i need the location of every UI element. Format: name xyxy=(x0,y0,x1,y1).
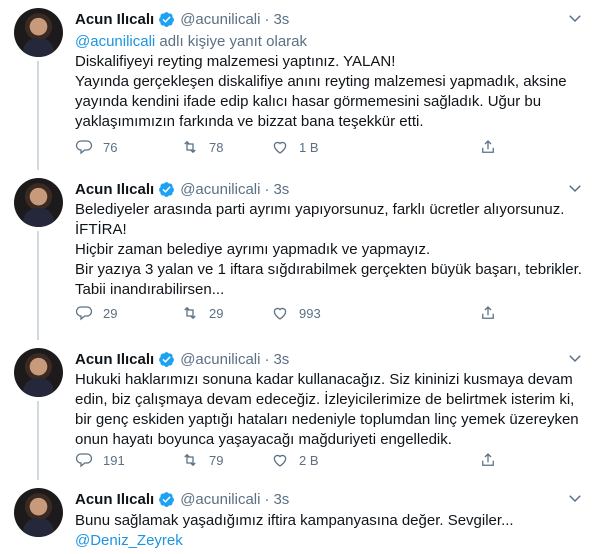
separator-dot: · xyxy=(264,180,270,198)
avatar[interactable] xyxy=(14,178,63,227)
author-name[interactable]: Acun Ilıcalı xyxy=(75,351,154,368)
tweet-text-line: Hiçbir zaman belediye ayrımı yapmadık ve… xyxy=(75,241,431,258)
share-button[interactable] xyxy=(479,137,497,157)
mention-link[interactable]: @Deniz_Zeyrek xyxy=(75,532,183,549)
avatar[interactable] xyxy=(14,488,63,537)
tweet-time[interactable]: 3s xyxy=(273,11,289,28)
heart-icon xyxy=(273,307,287,320)
tweet-actions: 191 79 2 B xyxy=(75,450,505,470)
like-button[interactable]: 1 B xyxy=(271,137,319,157)
tweet-1[interactable]: Acun Ilıcalı @acunilicali · 3s @acunilic… xyxy=(0,0,598,170)
reply-to-link[interactable]: @acunilicali xyxy=(75,33,155,50)
retweet-button[interactable]: 79 xyxy=(181,450,223,470)
verified-badge-icon xyxy=(159,491,175,507)
tweet-2[interactable]: Acun Ilıcalı @acunilicali · 3s Belediyel… xyxy=(0,170,598,340)
retweet-count: 78 xyxy=(209,139,224,155)
tweet-text: Belediyeler arasında parti ayrımı yapıyo… xyxy=(75,200,585,300)
more-options-icon[interactable] xyxy=(564,9,586,27)
tweet-text-line: Diskalifiyeyi reyting malzemesi yaptınız… xyxy=(75,53,396,70)
share-icon xyxy=(482,140,494,153)
author-name[interactable]: Acun Ilıcalı xyxy=(75,11,154,28)
like-count: 2 B xyxy=(299,452,319,468)
tweet-text-line: Bir yazıya 3 yalan ve 1 iftara sığdırabi… xyxy=(75,261,582,278)
tweet-thread: Acun Ilıcalı @acunilicali · 3s @acunilic… xyxy=(0,0,598,554)
tweet-actions: 29 29 993 xyxy=(75,303,505,323)
tweet-header: Acun Ilıcalı @acunilicali · 3s xyxy=(75,179,289,199)
avatar[interactable] xyxy=(14,348,63,397)
tweet-time[interactable]: 3s xyxy=(273,181,289,198)
like-button[interactable]: 2 B xyxy=(271,450,319,470)
reply-icon xyxy=(75,306,93,321)
tweet-header: Acun Ilıcalı @acunilicali · 3s xyxy=(75,9,289,29)
share-icon xyxy=(482,306,494,319)
tweet-text-line: yaklaşımımızın farkında ve bizzat bana t… xyxy=(75,113,424,130)
separator-dot: · xyxy=(264,10,270,28)
retweet-count: 29 xyxy=(209,305,224,321)
more-options-icon[interactable] xyxy=(564,179,586,197)
retweet-icon xyxy=(184,453,196,467)
tweet-text-line: onun hayatı boyunca yaşayacağı mağduriye… xyxy=(75,431,452,448)
share-icon xyxy=(482,453,494,466)
verified-badge-icon xyxy=(159,351,175,367)
tweet-text-line: Hukuki haklarımızı sonuna kadar kullanac… xyxy=(75,371,573,388)
separator-dot: · xyxy=(264,350,270,368)
reply-icon xyxy=(75,453,93,468)
separator-dot: · xyxy=(264,490,270,508)
tweet-text-line: Belediyeler arasında parti ayrımı yapıyo… xyxy=(75,201,565,218)
share-button[interactable] xyxy=(479,303,497,323)
tweet-time[interactable]: 3s xyxy=(273,491,289,508)
tweet-actions: 76 78 1 B xyxy=(75,137,505,157)
tweet-text-line: İFTİRA! xyxy=(75,221,127,238)
heart-icon xyxy=(273,454,287,467)
retweet-button[interactable]: 29 xyxy=(181,303,223,323)
tweet-text-line: Yayında gerçekleşen diskalifiye anını re… xyxy=(75,73,567,90)
heart-icon xyxy=(273,141,287,154)
author-name[interactable]: Acun Ilıcalı xyxy=(75,491,154,508)
reply-button[interactable]: 29 xyxy=(75,303,117,323)
thread-connector xyxy=(37,401,39,480)
reply-button[interactable]: 76 xyxy=(75,137,117,157)
share-button[interactable] xyxy=(479,450,497,470)
reply-icon xyxy=(75,140,93,155)
reply-context: @acunilicali adlı kişiye yanıt olarak xyxy=(75,33,307,50)
like-count: 993 xyxy=(299,305,321,321)
tweet-time[interactable]: 3s xyxy=(273,351,289,368)
reply-button[interactable]: 191 xyxy=(75,450,125,470)
more-options-icon[interactable] xyxy=(564,349,586,367)
tweet-text-line: Bunu sağlamak yaşadığımız iftira kampany… xyxy=(75,512,514,529)
reply-count: 191 xyxy=(103,452,125,468)
retweet-icon xyxy=(184,140,196,154)
like-count: 1 B xyxy=(299,139,319,155)
tweet-text: Bunu sağlamak yaşadığımız iftira kampany… xyxy=(75,511,585,551)
author-handle[interactable]: @acunilicali xyxy=(180,491,260,508)
retweet-button[interactable]: 78 xyxy=(181,137,223,157)
tweet-text-line: yayında kendini ifade edip kalıcı hasar … xyxy=(75,93,542,110)
thread-connector xyxy=(37,231,39,340)
author-name[interactable]: Acun Ilıcalı xyxy=(75,181,154,198)
thread-connector xyxy=(37,61,39,170)
author-handle[interactable]: @acunilicali xyxy=(180,351,260,368)
reply-count: 29 xyxy=(103,305,118,321)
tweet-text: Diskalifiyeyi reyting malzemesi yaptınız… xyxy=(75,52,585,132)
verified-badge-icon xyxy=(159,181,175,197)
tweet-4[interactable]: Acun Ilıcalı @acunilicali · 3s Bunu sağl… xyxy=(0,480,598,554)
tweet-3[interactable]: Acun Ilıcalı @acunilicali · 3s Hukuki ha… xyxy=(0,340,598,480)
tweet-header: Acun Ilıcalı @acunilicali · 3s xyxy=(75,349,289,369)
reply-to-text: adlı kişiye yanıt olarak xyxy=(155,33,308,50)
reply-count: 76 xyxy=(103,139,118,155)
tweet-text-line: Tabii inandırabilirsen... xyxy=(75,281,225,298)
like-button[interactable]: 993 xyxy=(271,303,321,323)
verified-badge-icon xyxy=(159,11,175,27)
retweet-icon xyxy=(184,306,196,320)
avatar[interactable] xyxy=(14,8,63,57)
more-options-icon[interactable] xyxy=(564,489,586,507)
tweet-text-line: bir genç eskiden yaptığı hataları nedeni… xyxy=(75,411,579,428)
author-handle[interactable]: @acunilicali xyxy=(180,181,260,198)
tweet-text: Hukuki haklarımızı sonuna kadar kullanac… xyxy=(75,370,585,450)
author-handle[interactable]: @acunilicali xyxy=(180,11,260,28)
retweet-count: 79 xyxy=(209,452,224,468)
tweet-text-line: edin, biz çalışmaya devam edeceğiz. İzle… xyxy=(75,391,575,408)
tweet-header: Acun Ilıcalı @acunilicali · 3s xyxy=(75,489,289,509)
